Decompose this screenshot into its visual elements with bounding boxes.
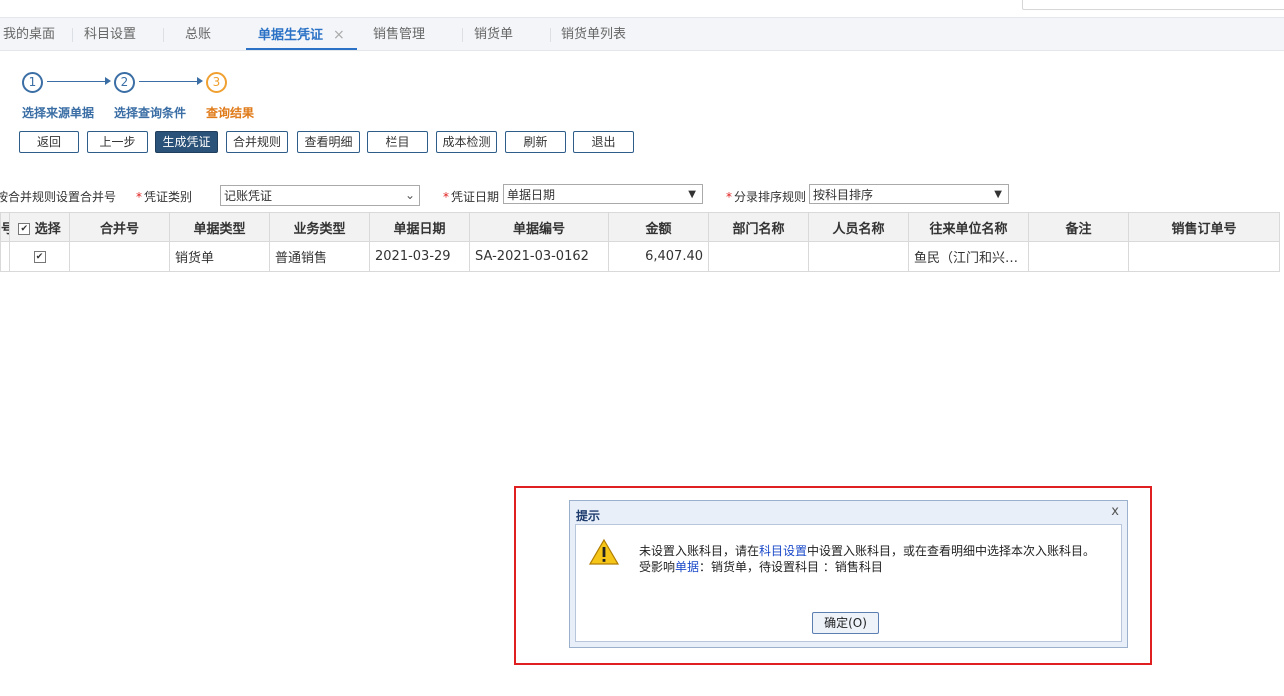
msg1-text-a: 未设置入账科目，请在 — [639, 544, 760, 558]
step-1-circle[interactable]: 1 — [22, 72, 43, 93]
chevron-down-icon: ⌄ — [404, 188, 415, 202]
col-header-select[interactable]: ✔ 选择 — [9, 212, 70, 242]
col-header-no[interactable]: 号 — [0, 212, 10, 242]
cell-doc-type: 销货单 — [169, 241, 270, 272]
previous-step-button[interactable]: 上一步 — [87, 131, 148, 153]
col-header-doc-no[interactable]: 单据编号 — [469, 212, 609, 242]
dialog-title: 提示 — [576, 509, 601, 523]
step-2-circle[interactable]: 2 — [114, 72, 135, 93]
back-button[interactable]: 返回 — [19, 131, 79, 153]
col-header-merge-no[interactable]: 合并号 — [69, 212, 170, 242]
cell-doc-date: 2021-03-29 — [369, 241, 470, 272]
select-all-checkbox[interactable]: ✔ — [18, 223, 31, 235]
col-header-person[interactable]: 人员名称 — [808, 212, 909, 242]
arrow-right-icon — [105, 77, 111, 85]
tab-doc-to-voucher[interactable]: 单据生凭证 × — [246, 18, 357, 50]
col-header-biz-type[interactable]: 业务类型 — [269, 212, 370, 242]
warning-icon — [589, 538, 619, 565]
tab-sales-delivery-list[interactable]: 销货单列表 — [561, 18, 626, 50]
table-row[interactable]: ✔ 销货单 普通销售 2021-03-29 SA-2021-03-0162 6,… — [0, 241, 1280, 272]
col-header-note[interactable]: 备注 — [1028, 212, 1129, 242]
voucher-date-label: * 凭证日期 — [443, 190, 500, 204]
tab-sales-delivery[interactable]: 销货单 — [474, 18, 513, 50]
sort-rule-label-text: 分录排序规则 — [734, 190, 807, 204]
cell-so-no — [1128, 241, 1280, 272]
cell-amount: 6,407.40 — [608, 241, 709, 272]
step-3-label: 查询结果 — [206, 106, 255, 120]
step-1-label[interactable]: 选择来源单据 — [22, 104, 94, 121]
cell-select[interactable]: ✔ — [9, 241, 70, 272]
voucher-date-value: 单据日期 — [507, 188, 556, 202]
tab-separator — [462, 28, 463, 42]
tab-account-settings[interactable]: 科目设置 — [84, 18, 136, 50]
voucher-date-label-text: 凭证日期 — [451, 190, 500, 204]
voucher-grid: 号 ✔ 选择 合并号 单据类型 业务类型 单据日期 单据编号 金额 部门名称 人… — [0, 212, 1280, 272]
cell-partner: 鱼民（江门和兴… — [908, 241, 1029, 272]
arrow-right-icon — [197, 77, 203, 85]
refresh-button[interactable]: 刷新 — [505, 131, 566, 153]
merge-note: 按合并规则设置合并号 — [0, 190, 117, 204]
step-2-label[interactable]: 选择查询条件 — [114, 104, 186, 121]
col-header-so-no[interactable]: 销售订单号 — [1128, 212, 1280, 242]
dialog-body: 未设置入账科目，请在科目设置中设置入账科目，或在查看明细中选择本次入账科目。 受… — [575, 524, 1122, 642]
cell-dept — [708, 241, 809, 272]
document-link[interactable]: 单据 — [675, 560, 699, 574]
ok-button[interactable]: 确定(O) — [812, 612, 879, 634]
col-header-dept[interactable]: 部门名称 — [708, 212, 809, 242]
step-connector — [47, 81, 107, 82]
cell-no — [0, 241, 10, 272]
close-icon[interactable]: x — [1111, 504, 1119, 519]
dialog-message-line-1: 未设置入账科目，请在科目设置中设置入账科目，或在查看明细中选择本次入账科目。 — [639, 542, 1095, 559]
msg2-text-a: 受影响 — [639, 560, 676, 574]
close-icon[interactable]: × — [333, 27, 345, 43]
caret-down-icon: ▼ — [994, 189, 1002, 200]
dialog-message-line-2: 受影响单据：销货单，待设置科目 ：销售科目 — [639, 558, 883, 575]
tab-separator — [550, 28, 551, 42]
tab-strip: 我的桌面 科目设置 总账 单据生凭证 × 销售管理 销货单 销货单列表 — [0, 17, 1284, 51]
voucher-type-select[interactable]: 记账凭证 ⌄ — [220, 185, 420, 206]
prompt-dialog: 提示 x 未设置入账科目，请在科目设置中设置入账科目，或在查看明细中选择本次入账… — [569, 500, 1128, 648]
cost-check-button[interactable]: 成本检测 — [436, 131, 497, 153]
top-search-box[interactable] — [1022, 0, 1284, 10]
msg2-text-b: ：销货单，待设置科目 ：销售科目 — [699, 560, 883, 574]
voucher-type-value: 记账凭证 — [224, 189, 273, 203]
account-settings-link[interactable]: 科目设置 — [759, 544, 807, 558]
cell-biz-type: 普通销售 — [269, 241, 370, 272]
exit-button[interactable]: 退出 — [573, 131, 634, 153]
sort-rule-label: * 分录排序规则 — [726, 190, 807, 204]
voucher-type-label: * 凭证类别 — [136, 190, 193, 204]
msg1-text-b: 中设置入账科目，或在查看明细中选择本次入账科目。 — [807, 544, 1096, 558]
cell-note — [1028, 241, 1129, 272]
step-connector — [139, 81, 199, 82]
tab-separator — [163, 28, 164, 42]
tab-separator — [72, 28, 73, 42]
top-header — [0, 0, 1284, 17]
sort-rule-value: 按科目排序 — [813, 188, 874, 202]
tab-sales-management[interactable]: 销售管理 — [373, 18, 425, 50]
grid-header-row: 号 ✔ 选择 合并号 单据类型 业务类型 单据日期 单据编号 金额 部门名称 人… — [0, 212, 1280, 242]
col-header-select-label: 选择 — [34, 221, 61, 237]
cell-merge-no[interactable] — [69, 241, 170, 272]
col-header-amount[interactable]: 金额 — [608, 212, 709, 242]
cell-doc-no[interactable]: SA-2021-03-0162 — [469, 241, 609, 272]
tab-general-ledger[interactable]: 总账 — [185, 18, 211, 50]
voucher-type-label-text: 凭证类别 — [144, 190, 193, 204]
tab-doc-to-voucher-label: 单据生凭证 — [258, 28, 324, 43]
voucher-date-select[interactable]: 单据日期 ▼ — [503, 184, 703, 204]
generate-voucher-button[interactable]: 生成凭证 — [155, 131, 218, 153]
tab-desktop[interactable]: 我的桌面 — [3, 18, 55, 50]
caret-down-icon: ▼ — [688, 189, 696, 200]
view-details-button[interactable]: 查看明细 — [297, 131, 360, 153]
columns-button[interactable]: 栏目 — [367, 131, 428, 153]
step-3-circle[interactable]: 3 — [206, 72, 227, 93]
sort-rule-select[interactable]: 按科目排序 ▼ — [809, 184, 1009, 204]
col-header-doc-date[interactable]: 单据日期 — [369, 212, 470, 242]
cell-person — [808, 241, 909, 272]
col-header-doc-type[interactable]: 单据类型 — [169, 212, 270, 242]
merge-rules-button[interactable]: 合并规则 — [226, 131, 288, 153]
col-header-partner[interactable]: 往来单位名称 — [908, 212, 1029, 242]
row-select-checkbox[interactable]: ✔ — [33, 250, 46, 263]
